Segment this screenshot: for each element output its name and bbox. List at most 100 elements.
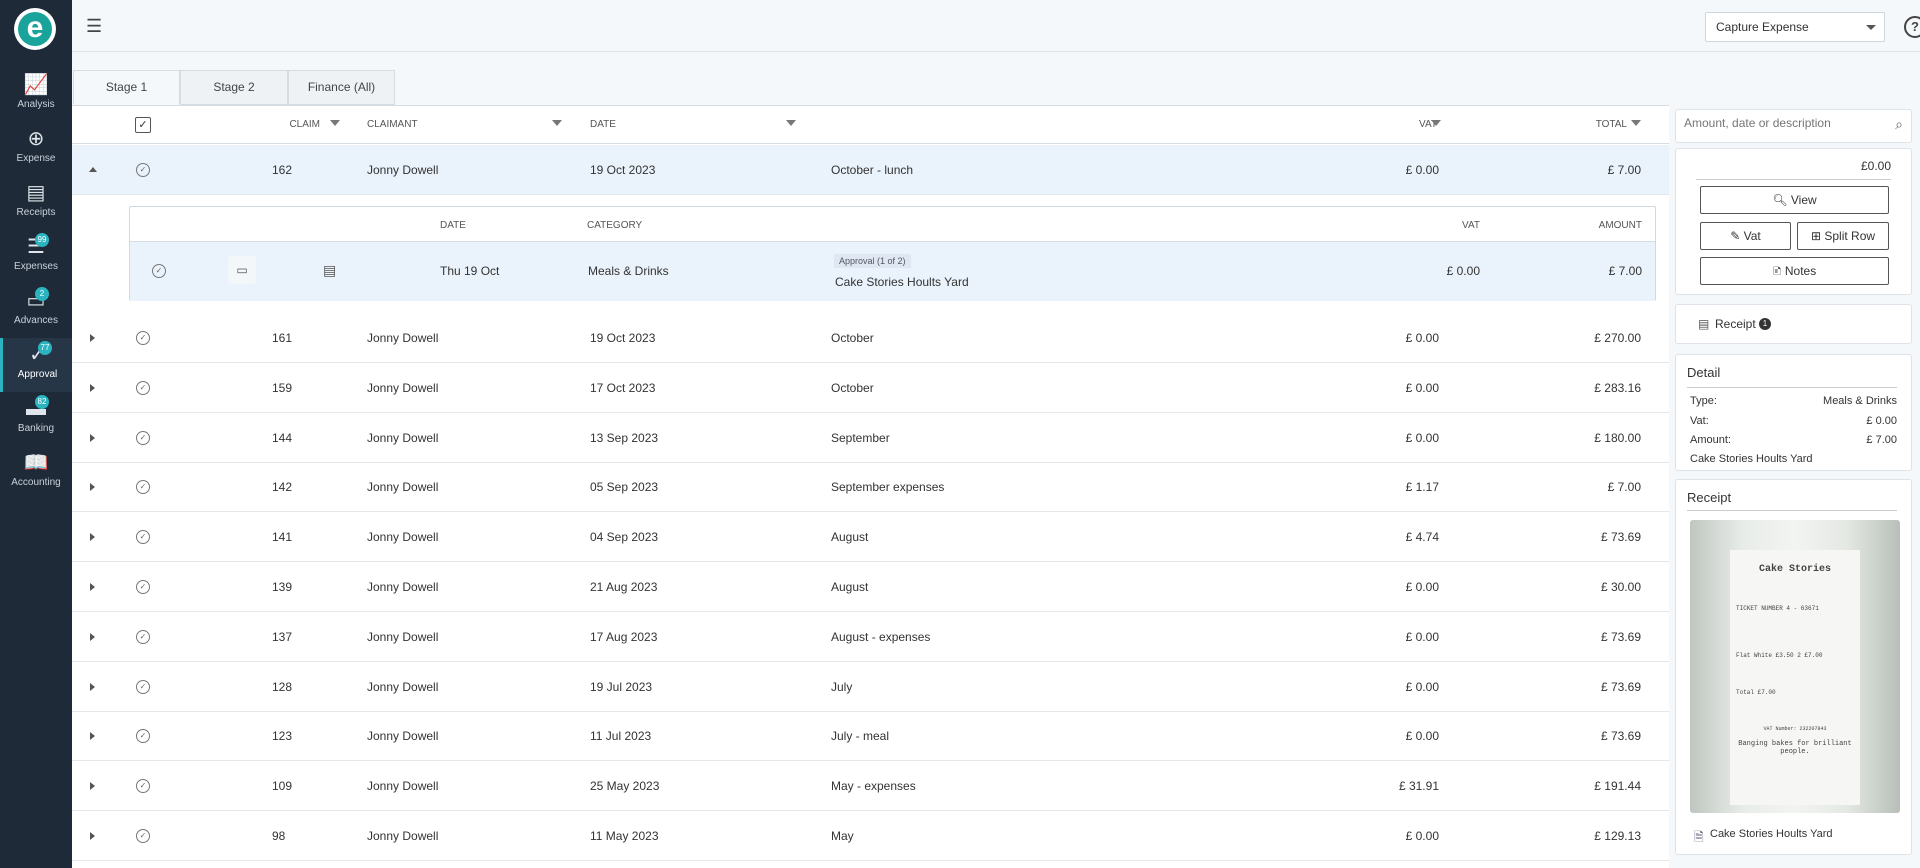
expand-icon[interactable] bbox=[90, 782, 95, 791]
table-row[interactable]: ✓ 139 Jonny Dowell 21 Aug 2023 August £ … bbox=[72, 562, 1669, 612]
expense-line-row[interactable]: ✓ ▭ ▤ Thu 19 Oct Meals & Drinks Approval… bbox=[130, 241, 1655, 301]
vat: £ 0.00 bbox=[1405, 163, 1439, 177]
sidebar-item-label: Expense bbox=[16, 153, 56, 164]
search-icon[interactable]: ⌕ bbox=[1895, 116, 1903, 133]
tab-stage-2[interactable]: Stage 2 bbox=[180, 70, 288, 105]
claim-number: 128 bbox=[272, 679, 293, 694]
split-row-button[interactable]: ⊞ Split Row bbox=[1797, 222, 1889, 250]
total: £ 7.00 bbox=[1607, 163, 1641, 177]
approve-check-icon[interactable]: ✓ bbox=[152, 264, 166, 278]
receipt-image[interactable]: Cake Stories TICKET NUMBER 4 - 63671 Fla… bbox=[1690, 520, 1900, 813]
search-input[interactable] bbox=[1684, 116, 1874, 130]
type-label: Type: bbox=[1690, 395, 1717, 407]
approve-check-icon[interactable]: ✓ bbox=[136, 629, 150, 644]
sidebar-item-expense[interactable]: ⊕ Expense bbox=[0, 122, 72, 176]
line-date: Thu 19 Oct bbox=[440, 264, 500, 278]
approve-check-icon[interactable]: ✓ bbox=[136, 163, 150, 177]
table-row[interactable]: ✓ 144 Jonny Dowell 13 Sep 2023 September… bbox=[72, 413, 1669, 463]
capture-expense-select[interactable]: Capture Expense bbox=[1705, 12, 1885, 42]
filter-icon[interactable] bbox=[330, 120, 340, 126]
expand-icon[interactable] bbox=[90, 632, 95, 641]
expand-icon[interactable] bbox=[90, 832, 95, 840]
hamburger-menu-icon[interactable]: ☰ bbox=[86, 16, 102, 37]
col-total[interactable]: TOTAL bbox=[1522, 106, 1627, 144]
help-icon[interactable]: ? bbox=[1904, 16, 1920, 38]
table-row[interactable]: ✓ 98 Jonny Dowell 11 May 2023 May £ 0.00… bbox=[72, 811, 1669, 861]
sidebar-item-expenses[interactable]: ☰ 99 Expenses bbox=[0, 230, 72, 284]
expand-icon[interactable] bbox=[90, 583, 95, 591]
expand-icon[interactable] bbox=[90, 483, 95, 492]
sidebar-item-analysis[interactable]: 📈 Analysis bbox=[0, 68, 72, 122]
approve-check-icon[interactable]: ✓ bbox=[136, 331, 150, 345]
table-row[interactable]: ✓ 128 Jonny Dowell 19 Jul 2023 July £ 0.… bbox=[72, 662, 1669, 712]
table-row-expanded[interactable]: ✓ 162 Jonny Dowell 19 Oct 2023 October -… bbox=[72, 145, 1669, 195]
receipt-title: Receipt bbox=[1687, 490, 1732, 505]
sidebar-item-label: Advances bbox=[14, 315, 58, 326]
approve-check-icon[interactable]: ✓ bbox=[136, 380, 150, 395]
select-all-checkbox[interactable]: ✓ bbox=[135, 117, 151, 133]
receipt-icon[interactable]: ▤ bbox=[323, 262, 336, 279]
tab-stage-1[interactable]: Stage 1 bbox=[73, 70, 180, 105]
claim-number: 139 bbox=[272, 580, 293, 594]
sidebar-item-banking[interactable]: ▬ 82 Banking bbox=[0, 392, 72, 446]
table-row[interactable]: ✓ 159 Jonny Dowell 17 Oct 2023 October £… bbox=[72, 363, 1669, 413]
receipt-file-link[interactable]: Cake Stories Hoults Yard bbox=[1710, 828, 1832, 840]
description: May bbox=[831, 829, 854, 843]
claim-number: 162 bbox=[272, 163, 293, 177]
tab-finance-all[interactable]: Finance (All) bbox=[288, 70, 395, 105]
receipt-link-card[interactable]: ▤ Receipt 1 bbox=[1675, 304, 1912, 344]
app-logo[interactable]: e bbox=[14, 8, 56, 50]
approve-check-icon[interactable]: ✓ bbox=[136, 530, 150, 545]
table-row[interactable]: ✓ 123 Jonny Dowell 11 Jul 2023 July - me… bbox=[72, 711, 1669, 762]
approve-check-icon[interactable]: ✓ bbox=[136, 430, 150, 445]
vat-button[interactable]: ✎ Vat bbox=[1700, 222, 1791, 250]
filter-icon[interactable] bbox=[552, 120, 562, 126]
filter-icon[interactable] bbox=[1431, 120, 1441, 126]
expand-icon[interactable] bbox=[90, 433, 95, 442]
col-vat[interactable]: VAT bbox=[1372, 106, 1437, 144]
vat: £ 0.00 bbox=[1405, 729, 1439, 744]
search-box[interactable]: ⌕ bbox=[1675, 109, 1912, 143]
capture-select-value: Capture Expense bbox=[1716, 20, 1809, 34]
expand-icon[interactable] bbox=[90, 682, 95, 691]
approve-check-icon[interactable]: ✓ bbox=[136, 779, 150, 794]
sidebar-item-receipts[interactable]: ▤ Receipts bbox=[0, 176, 72, 230]
approve-check-icon[interactable]: ✓ bbox=[136, 729, 150, 744]
approve-check-icon[interactable]: ✓ bbox=[136, 829, 150, 843]
notes-button[interactable]: 🗈 Notes bbox=[1700, 257, 1889, 285]
expand-icon[interactable] bbox=[90, 334, 95, 342]
selected-amount: £0.00 bbox=[1860, 159, 1891, 173]
claim-number: 159 bbox=[272, 380, 293, 395]
description: August - expenses bbox=[831, 629, 931, 644]
approve-check-icon[interactable]: ✓ bbox=[136, 679, 150, 694]
vat-label: Vat: bbox=[1690, 415, 1709, 427]
table-row[interactable]: ✓ 161 Jonny Dowell 19 Oct 2023 October £… bbox=[72, 313, 1669, 363]
expand-icon[interactable] bbox=[90, 732, 95, 741]
filter-icon[interactable] bbox=[1631, 120, 1641, 126]
sub-col-category: CATEGORY bbox=[587, 220, 643, 231]
expand-icon[interactable] bbox=[90, 533, 95, 542]
receipt-link[interactable]: Receipt bbox=[1715, 317, 1756, 331]
col-date[interactable]: DATE bbox=[590, 106, 616, 144]
filter-icon[interactable] bbox=[786, 120, 796, 126]
table-row[interactable]: ✓ 141 Jonny Dowell 04 Sep 2023 August £ … bbox=[72, 512, 1669, 563]
detail-title: Detail bbox=[1687, 365, 1721, 380]
sidebar-item-advances[interactable]: ▭ 2 Advances bbox=[0, 284, 72, 338]
expand-icon[interactable] bbox=[90, 383, 95, 392]
total: £ 73.69 bbox=[1600, 530, 1641, 545]
wallet-icon[interactable]: ▭ bbox=[228, 256, 256, 284]
description: August bbox=[831, 530, 869, 545]
table-row[interactable]: ✓ 137 Jonny Dowell 17 Aug 2023 August - … bbox=[72, 612, 1669, 662]
chevron-down-icon bbox=[1866, 25, 1876, 35]
view-button[interactable]: 🔍︎ View bbox=[1700, 186, 1889, 214]
sidebar-item-approval[interactable]: ✓ 77 Approval bbox=[0, 338, 72, 392]
table-row[interactable]: ✓ 142 Jonny Dowell 05 Sep 2023 September… bbox=[72, 462, 1669, 513]
claim-number: 144 bbox=[272, 430, 293, 445]
description: August bbox=[831, 580, 869, 594]
approve-check-icon[interactable]: ✓ bbox=[136, 480, 150, 495]
collapse-icon[interactable] bbox=[89, 167, 97, 172]
table-row[interactable]: ✓ 109 Jonny Dowell 25 May 2023 May - exp… bbox=[72, 761, 1669, 812]
sidebar-item-accounting[interactable]: 📖 Accounting bbox=[0, 446, 72, 500]
col-claimant[interactable]: CLAIMANT bbox=[367, 106, 418, 144]
approve-check-icon[interactable]: ✓ bbox=[136, 580, 150, 594]
